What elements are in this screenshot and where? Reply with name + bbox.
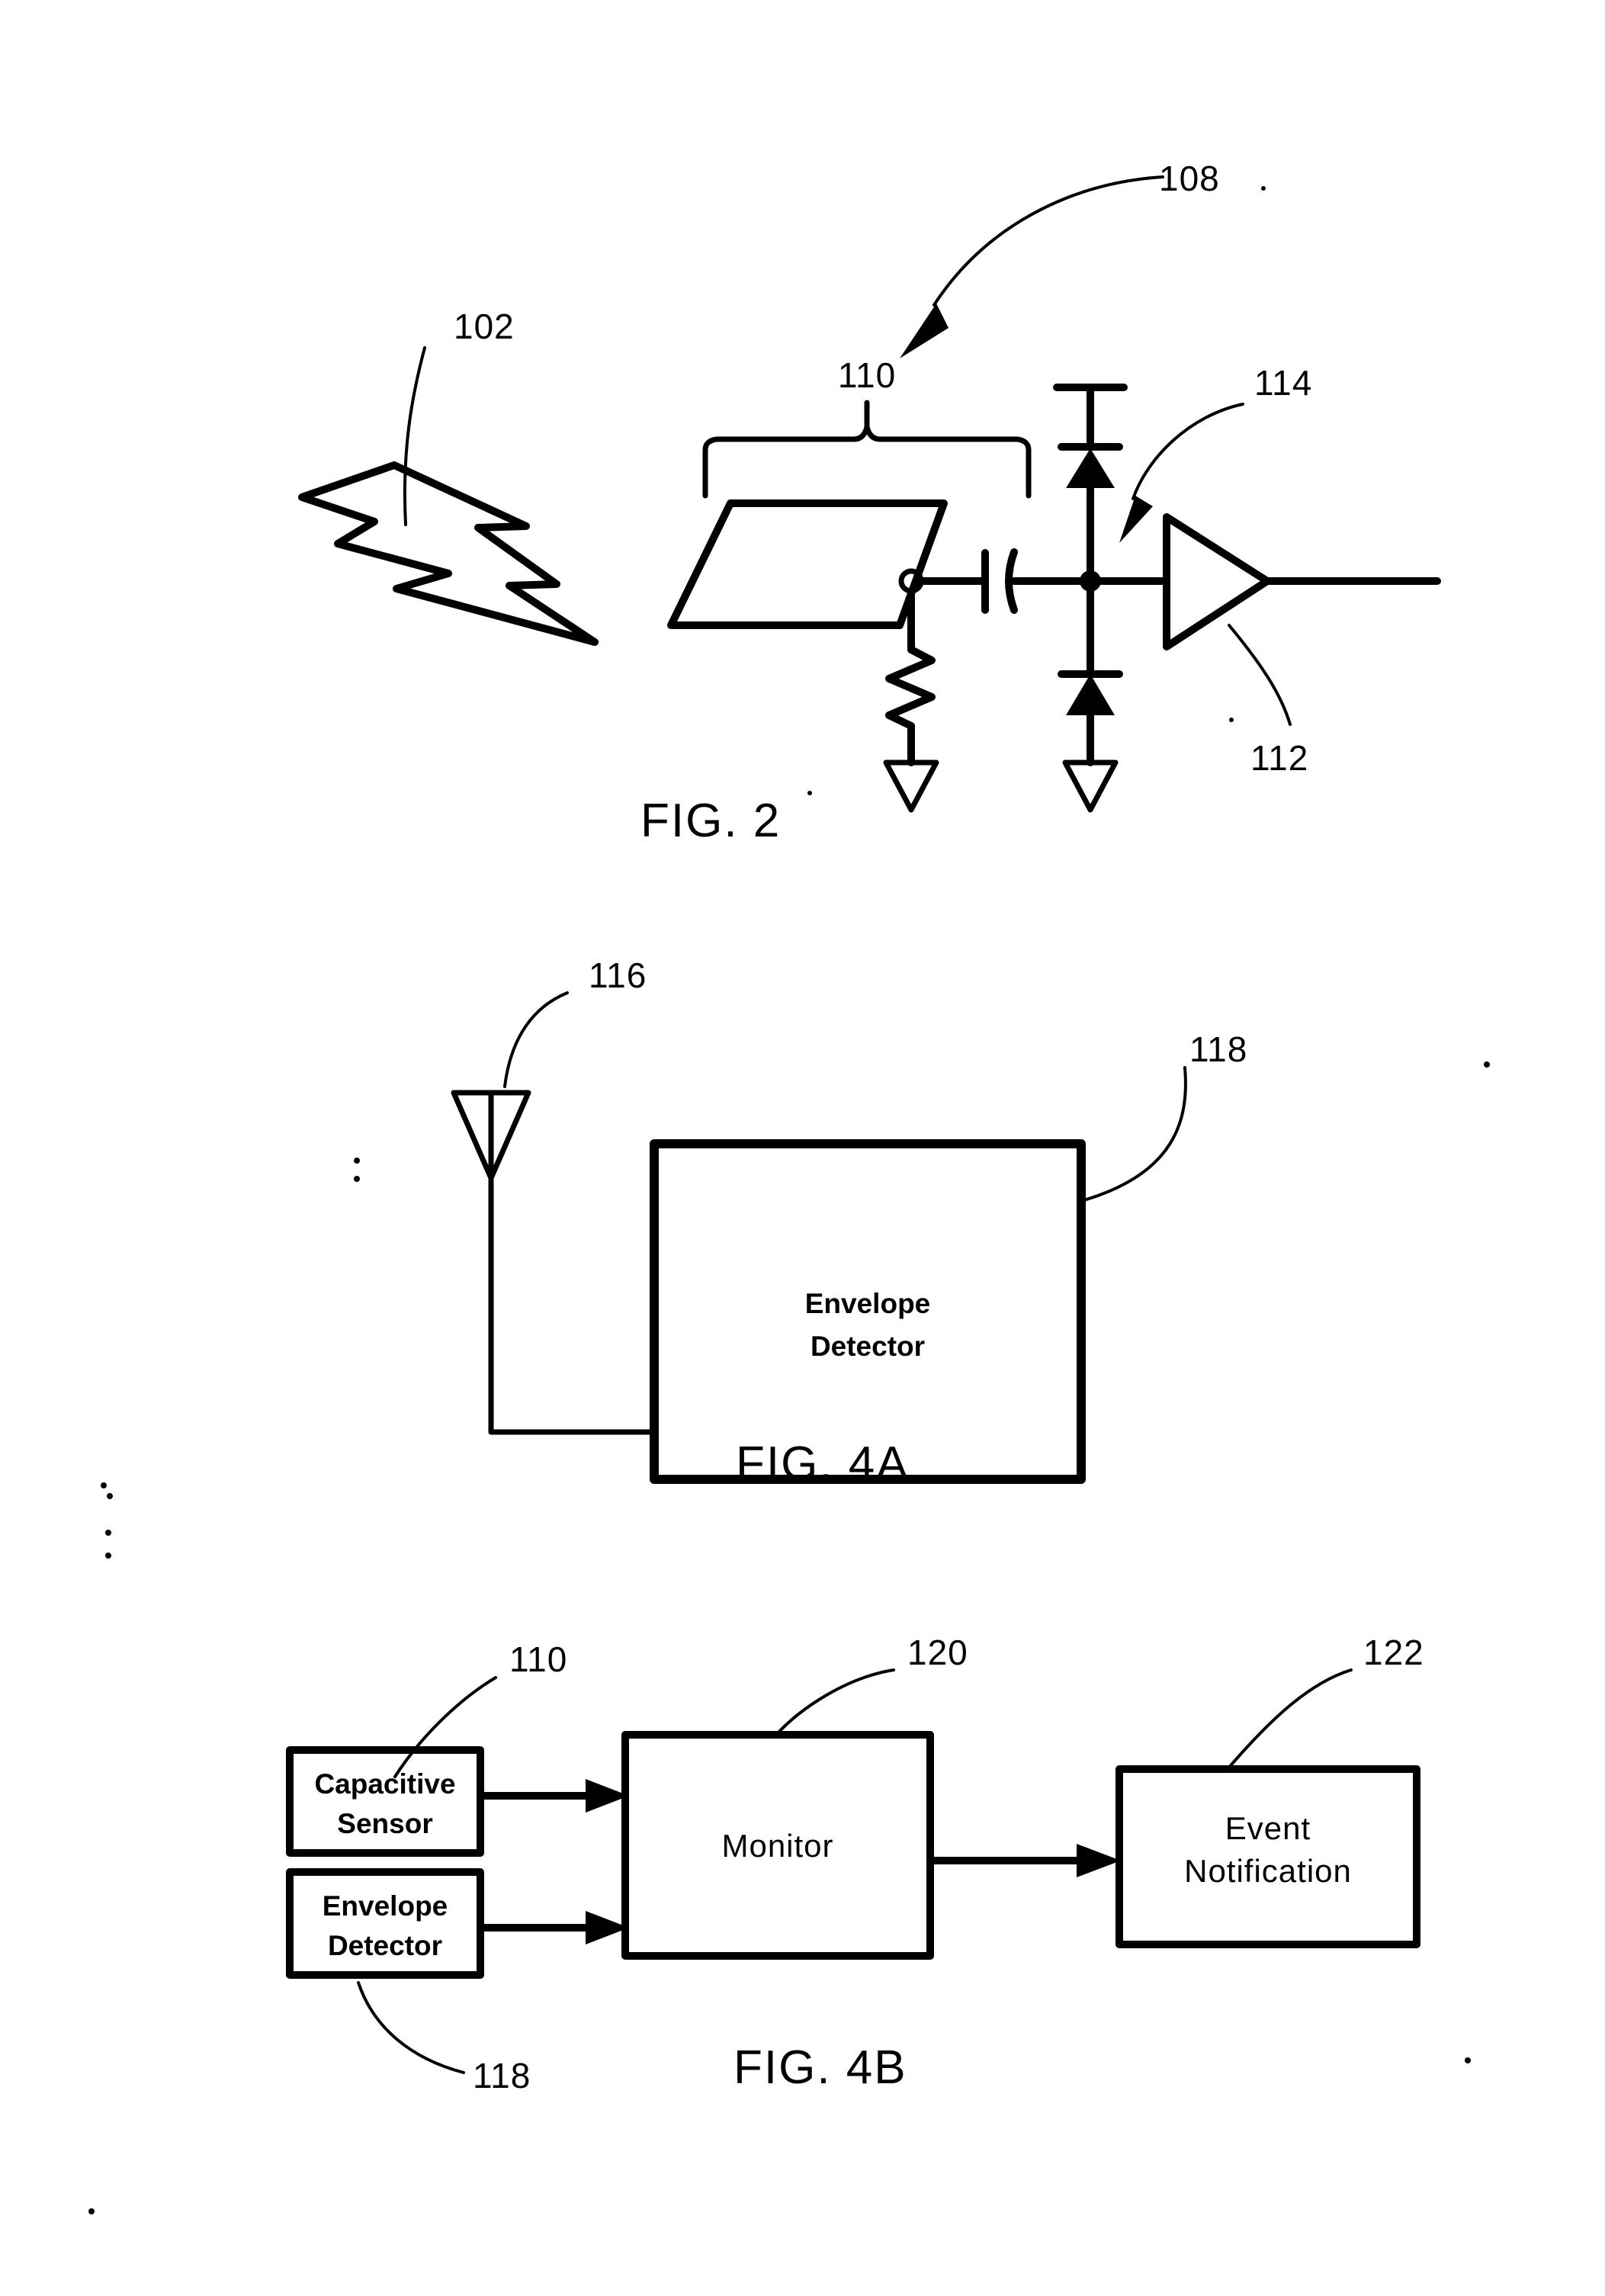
ref-num-108: 108 [1159,159,1220,198]
scan-speck [105,1553,111,1559]
figure-4b-caption: FIG. 4B [733,2041,907,2094]
envelope-detector-label-line2: Detector [811,1331,925,1362]
ref-num-116: 116 [589,955,647,995]
ref-num-118-fig4b: 118 [473,2056,531,2095]
scan-speck [105,1530,111,1536]
envelope-detector-label-4b-line2: Detector [328,1930,442,1961]
ref-num-122: 122 [1363,1633,1424,1672]
event-notification-label-line1: Event [1225,1810,1311,1846]
figure-2-caption: FIG. 2 [640,795,781,847]
ref-num-110-fig2: 110 [838,355,896,395]
envelope-detector-label-line1: Envelope [805,1288,931,1319]
scan-speck [1261,186,1266,191]
patent-drawing-sheet: 108 102 110 114 112 FIG. 2 116 Envelope … [0,0,1605,2296]
ref-num-112: 112 [1250,738,1308,778]
capacitive-sensor-label-line1: Capacitive [314,1768,455,1800]
ref-num-114: 114 [1254,363,1312,403]
ref-num-110-fig4b: 110 [509,1639,567,1679]
ref-num-118-fig4a: 118 [1189,1029,1247,1069]
scan-speck [107,1493,113,1499]
ref-num-120: 120 [907,1633,968,1672]
scan-speck [354,1176,360,1182]
scan-speck [354,1158,360,1164]
scan-speck [101,1482,107,1488]
event-notification-label-line2: Notification [1184,1853,1352,1889]
drawing-canvas: 108 102 110 114 112 FIG. 2 116 Envelope … [0,0,1605,2296]
figure-4a-caption: FIG. 4A [736,1437,910,1490]
scan-speck [1484,1061,1490,1068]
scan-speck [1465,2057,1471,2063]
scan-speck [88,2208,95,2214]
scan-speck [1229,718,1234,722]
scan-speck [807,791,812,795]
monitor-label: Monitor [721,1828,833,1864]
envelope-detector-label-4b-line1: Envelope [323,1890,448,1922]
ref-num-102: 102 [454,307,515,346]
capacitive-sensor-label-line2: Sensor [337,1808,432,1839]
